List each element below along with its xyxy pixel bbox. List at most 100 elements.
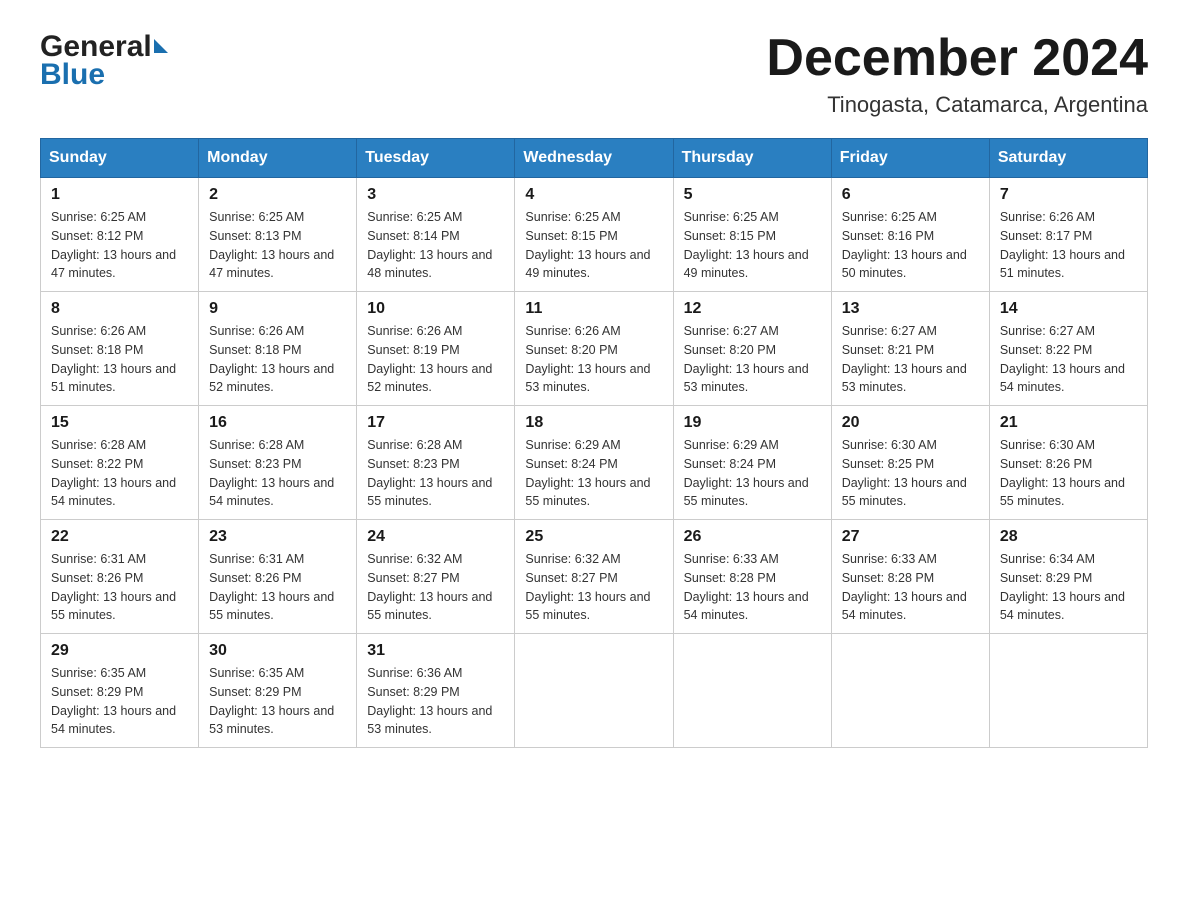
sunrise-label: Sunrise: 6:29 AM xyxy=(525,438,620,452)
sunrise-label: Sunrise: 6:26 AM xyxy=(367,324,462,338)
header-monday: Monday xyxy=(199,139,357,178)
day-number: 12 xyxy=(684,300,821,318)
daylight-label: Daylight: 13 hours and 55 minutes. xyxy=(1000,476,1125,509)
calendar-week-2: 8 Sunrise: 6:26 AM Sunset: 8:18 PM Dayli… xyxy=(41,292,1148,406)
sunset-label: Sunset: 8:25 PM xyxy=(842,457,934,471)
sunrise-label: Sunrise: 6:26 AM xyxy=(209,324,304,338)
sunrise-label: Sunrise: 6:25 AM xyxy=(209,210,304,224)
day-info: Sunrise: 6:32 AM Sunset: 8:27 PM Dayligh… xyxy=(367,550,504,625)
day-info: Sunrise: 6:26 AM Sunset: 8:19 PM Dayligh… xyxy=(367,322,504,397)
header-friday: Friday xyxy=(831,139,989,178)
daylight-label: Daylight: 13 hours and 55 minutes. xyxy=(367,476,492,509)
calendar-header-row: Sunday Monday Tuesday Wednesday Thursday… xyxy=(41,139,1148,178)
day-number: 20 xyxy=(842,414,979,432)
sunrise-label: Sunrise: 6:33 AM xyxy=(684,552,779,566)
sunrise-label: Sunrise: 6:33 AM xyxy=(842,552,937,566)
sunset-label: Sunset: 8:29 PM xyxy=(51,685,143,699)
day-info: Sunrise: 6:26 AM Sunset: 8:17 PM Dayligh… xyxy=(1000,208,1137,283)
day-info: Sunrise: 6:32 AM Sunset: 8:27 PM Dayligh… xyxy=(525,550,662,625)
sunset-label: Sunset: 8:29 PM xyxy=(367,685,459,699)
table-row: 28 Sunrise: 6:34 AM Sunset: 8:29 PM Dayl… xyxy=(989,520,1147,634)
day-number: 7 xyxy=(1000,186,1137,204)
logo-blue-text: Blue xyxy=(40,58,168,92)
table-row: 5 Sunrise: 6:25 AM Sunset: 8:15 PM Dayli… xyxy=(673,178,831,292)
sunrise-label: Sunrise: 6:31 AM xyxy=(51,552,146,566)
sunset-label: Sunset: 8:26 PM xyxy=(1000,457,1092,471)
day-info: Sunrise: 6:30 AM Sunset: 8:26 PM Dayligh… xyxy=(1000,436,1137,511)
day-number: 17 xyxy=(367,414,504,432)
day-number: 9 xyxy=(209,300,346,318)
daylight-label: Daylight: 13 hours and 54 minutes. xyxy=(1000,590,1125,623)
day-info: Sunrise: 6:26 AM Sunset: 8:18 PM Dayligh… xyxy=(209,322,346,397)
day-number: 23 xyxy=(209,528,346,546)
sunrise-label: Sunrise: 6:25 AM xyxy=(842,210,937,224)
sunset-label: Sunset: 8:15 PM xyxy=(525,229,617,243)
sunset-label: Sunset: 8:12 PM xyxy=(51,229,143,243)
table-row: 23 Sunrise: 6:31 AM Sunset: 8:26 PM Dayl… xyxy=(199,520,357,634)
table-row: 19 Sunrise: 6:29 AM Sunset: 8:24 PM Dayl… xyxy=(673,406,831,520)
sunset-label: Sunset: 8:23 PM xyxy=(209,457,301,471)
day-info: Sunrise: 6:25 AM Sunset: 8:16 PM Dayligh… xyxy=(842,208,979,283)
day-info: Sunrise: 6:30 AM Sunset: 8:25 PM Dayligh… xyxy=(842,436,979,511)
daylight-label: Daylight: 13 hours and 47 minutes. xyxy=(209,248,334,281)
sunset-label: Sunset: 8:24 PM xyxy=(684,457,776,471)
daylight-label: Daylight: 13 hours and 53 minutes. xyxy=(209,704,334,737)
table-row: 10 Sunrise: 6:26 AM Sunset: 8:19 PM Dayl… xyxy=(357,292,515,406)
day-info: Sunrise: 6:31 AM Sunset: 8:26 PM Dayligh… xyxy=(209,550,346,625)
logo: General Blue xyxy=(40,30,168,92)
sunrise-label: Sunrise: 6:35 AM xyxy=(209,666,304,680)
table-row: 11 Sunrise: 6:26 AM Sunset: 8:20 PM Dayl… xyxy=(515,292,673,406)
daylight-label: Daylight: 13 hours and 47 minutes. xyxy=(51,248,176,281)
day-number: 31 xyxy=(367,642,504,660)
daylight-label: Daylight: 13 hours and 53 minutes. xyxy=(525,362,650,395)
day-number: 24 xyxy=(367,528,504,546)
table-row: 21 Sunrise: 6:30 AM Sunset: 8:26 PM Dayl… xyxy=(989,406,1147,520)
day-info: Sunrise: 6:29 AM Sunset: 8:24 PM Dayligh… xyxy=(684,436,821,511)
table-row xyxy=(673,634,831,748)
calendar-week-4: 22 Sunrise: 6:31 AM Sunset: 8:26 PM Dayl… xyxy=(41,520,1148,634)
sunset-label: Sunset: 8:18 PM xyxy=(209,343,301,357)
day-number: 29 xyxy=(51,642,188,660)
day-info: Sunrise: 6:35 AM Sunset: 8:29 PM Dayligh… xyxy=(51,664,188,739)
daylight-label: Daylight: 13 hours and 53 minutes. xyxy=(684,362,809,395)
day-number: 3 xyxy=(367,186,504,204)
sunrise-label: Sunrise: 6:25 AM xyxy=(684,210,779,224)
table-row: 31 Sunrise: 6:36 AM Sunset: 8:29 PM Dayl… xyxy=(357,634,515,748)
table-row: 24 Sunrise: 6:32 AM Sunset: 8:27 PM Dayl… xyxy=(357,520,515,634)
sunset-label: Sunset: 8:21 PM xyxy=(842,343,934,357)
sunset-label: Sunset: 8:15 PM xyxy=(684,229,776,243)
table-row: 14 Sunrise: 6:27 AM Sunset: 8:22 PM Dayl… xyxy=(989,292,1147,406)
sunrise-label: Sunrise: 6:28 AM xyxy=(367,438,462,452)
calendar-week-5: 29 Sunrise: 6:35 AM Sunset: 8:29 PM Dayl… xyxy=(41,634,1148,748)
table-row: 13 Sunrise: 6:27 AM Sunset: 8:21 PM Dayl… xyxy=(831,292,989,406)
day-info: Sunrise: 6:25 AM Sunset: 8:15 PM Dayligh… xyxy=(684,208,821,283)
table-row: 20 Sunrise: 6:30 AM Sunset: 8:25 PM Dayl… xyxy=(831,406,989,520)
daylight-label: Daylight: 13 hours and 54 minutes. xyxy=(842,590,967,623)
daylight-label: Daylight: 13 hours and 55 minutes. xyxy=(51,590,176,623)
day-number: 11 xyxy=(525,300,662,318)
day-info: Sunrise: 6:31 AM Sunset: 8:26 PM Dayligh… xyxy=(51,550,188,625)
sunrise-label: Sunrise: 6:27 AM xyxy=(842,324,937,338)
day-number: 1 xyxy=(51,186,188,204)
daylight-label: Daylight: 13 hours and 49 minutes. xyxy=(684,248,809,281)
day-number: 14 xyxy=(1000,300,1137,318)
table-row: 8 Sunrise: 6:26 AM Sunset: 8:18 PM Dayli… xyxy=(41,292,199,406)
daylight-label: Daylight: 13 hours and 54 minutes. xyxy=(1000,362,1125,395)
day-info: Sunrise: 6:35 AM Sunset: 8:29 PM Dayligh… xyxy=(209,664,346,739)
daylight-label: Daylight: 13 hours and 53 minutes. xyxy=(842,362,967,395)
daylight-label: Daylight: 13 hours and 54 minutes. xyxy=(51,476,176,509)
day-info: Sunrise: 6:27 AM Sunset: 8:21 PM Dayligh… xyxy=(842,322,979,397)
day-info: Sunrise: 6:25 AM Sunset: 8:13 PM Dayligh… xyxy=(209,208,346,283)
daylight-label: Daylight: 13 hours and 52 minutes. xyxy=(367,362,492,395)
table-row: 26 Sunrise: 6:33 AM Sunset: 8:28 PM Dayl… xyxy=(673,520,831,634)
sunrise-label: Sunrise: 6:28 AM xyxy=(209,438,304,452)
sunset-label: Sunset: 8:13 PM xyxy=(209,229,301,243)
daylight-label: Daylight: 13 hours and 53 minutes. xyxy=(367,704,492,737)
day-number: 22 xyxy=(51,528,188,546)
sunset-label: Sunset: 8:22 PM xyxy=(51,457,143,471)
sunset-label: Sunset: 8:17 PM xyxy=(1000,229,1092,243)
table-row: 16 Sunrise: 6:28 AM Sunset: 8:23 PM Dayl… xyxy=(199,406,357,520)
sunrise-label: Sunrise: 6:30 AM xyxy=(842,438,937,452)
sunset-label: Sunset: 8:24 PM xyxy=(525,457,617,471)
daylight-label: Daylight: 13 hours and 55 minutes. xyxy=(525,590,650,623)
